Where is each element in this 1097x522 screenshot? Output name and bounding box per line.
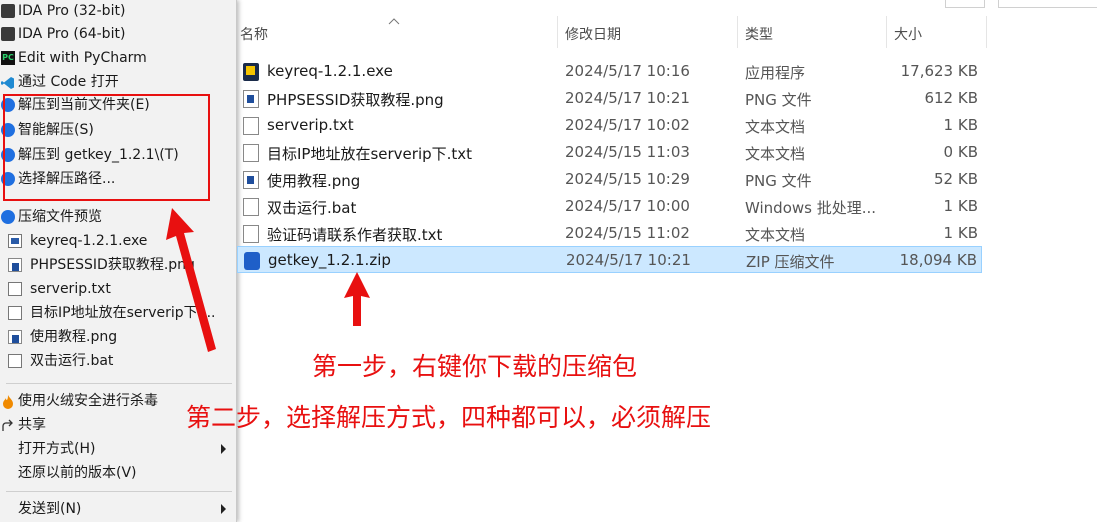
file-type: 文本文档 — [745, 145, 806, 163]
menu-item-label: 压缩文件预览 — [18, 209, 102, 225]
file-date: 2024/5/15 11:02 — [565, 224, 690, 242]
file-row[interactable]: 使用教程.png 2024/5/15 10:29 PNG 文件 52 KB — [237, 166, 982, 193]
pycharm-icon: PC — [1, 51, 15, 65]
file-row[interactable]: keyreq-1.2.1.exe 2024/5/17 10:16 应用程序 17… — [237, 58, 982, 85]
txt-file-icon — [8, 282, 22, 296]
file-row[interactable]: PHPSESSID获取教程.png 2024/5/17 10:21 PNG 文件… — [237, 85, 982, 112]
arrow-to-zip — [344, 272, 370, 326]
sort-ascending-icon — [388, 10, 400, 29]
huorong-icon — [1, 394, 15, 409]
column-name[interactable]: 名称 — [240, 24, 268, 44]
preview-item-label: PHPSESSID获取教程.png — [30, 257, 195, 273]
file-size: 1 KB — [943, 224, 978, 242]
annotation-step2: 第二步，选择解压方式，四种都可以，必须解压 — [186, 403, 712, 432]
menu-separator — [6, 383, 232, 384]
menu-separator — [6, 491, 232, 492]
menu-item-label: 使用火绒安全进行杀毒 — [18, 393, 158, 409]
file-name: getkey_1.2.1.zip — [268, 251, 391, 269]
file-name: keyreq-1.2.1.exe — [267, 62, 393, 80]
preview-item-label: 使用教程.png — [30, 329, 118, 345]
file-size: 18,094 KB — [899, 251, 977, 269]
file-row[interactable]: 双击运行.bat 2024/5/17 10:00 Windows 批处理... … — [237, 193, 982, 220]
file-type: PNG 文件 — [745, 91, 812, 109]
png-file-icon — [243, 90, 259, 108]
file-type: ZIP 压缩文件 — [746, 253, 835, 271]
chevron-right-icon — [221, 504, 226, 514]
preview-item-label: 目标IP地址放在serverip下.... — [30, 305, 216, 321]
file-name: 双击运行.bat — [267, 199, 357, 217]
exe-file-icon — [243, 63, 259, 81]
file-size: 1 KB — [943, 197, 978, 215]
file-row-selected[interactable]: getkey_1.2.1.zip 2024/5/17 10:21 ZIP 压缩文… — [237, 246, 982, 273]
preview-item-label: serverip.txt — [30, 281, 111, 297]
column-divider[interactable] — [886, 16, 887, 48]
txt-file-icon — [243, 225, 259, 243]
preview-item-label: keyreq-1.2.1.exe — [30, 233, 148, 249]
png-file-icon — [8, 330, 22, 344]
file-name: 使用教程.png — [267, 172, 361, 190]
menu-item-send-to[interactable]: 发送到(N) — [0, 498, 236, 520]
highlight-box — [3, 94, 210, 201]
column-date[interactable]: 修改日期 — [565, 24, 621, 44]
preview-item-label: 双击运行.bat — [30, 353, 114, 369]
file-date: 2024/5/17 10:21 — [566, 251, 691, 269]
exe-file-icon — [8, 234, 22, 248]
bat-file-icon — [8, 354, 22, 368]
menu-item-open-with[interactable]: 打开方式(H) — [0, 438, 236, 460]
ida-icon — [1, 27, 15, 41]
menu-item-label: IDA Pro (32-bit) — [18, 3, 126, 19]
file-size: 612 KB — [924, 89, 978, 107]
file-date: 2024/5/15 10:29 — [565, 170, 690, 188]
share-icon — [1, 418, 15, 432]
file-name: serverip.txt — [267, 116, 354, 134]
column-divider[interactable] — [737, 16, 738, 48]
menu-item-label: IDA Pro (64-bit) — [18, 26, 126, 42]
txt-file-icon — [243, 144, 259, 162]
file-type: Windows 批处理... — [745, 199, 877, 217]
menu-item-label: Edit with PyCharm — [18, 50, 147, 66]
file-date: 2024/5/17 10:02 — [565, 116, 690, 134]
menu-item-label: 发送到(N) — [18, 501, 82, 517]
png-file-icon — [243, 171, 259, 189]
file-name: 目标IP地址放在serverip下.txt — [267, 145, 473, 163]
png-file-icon — [8, 258, 22, 272]
zip-file-icon — [244, 252, 260, 270]
bandizip-icon — [1, 210, 15, 224]
file-row[interactable]: serverip.txt 2024/5/17 10:02 文本文档 1 KB — [237, 112, 982, 139]
menu-item-label: 还原以前的版本(V) — [18, 465, 137, 481]
file-size: 0 KB — [943, 143, 978, 161]
menu-item-label: 打开方式(H) — [18, 441, 96, 457]
column-type[interactable]: 类型 — [745, 24, 773, 44]
vscode-icon — [1, 75, 15, 89]
file-date: 2024/5/17 10:16 — [565, 62, 690, 80]
file-type: 文本文档 — [745, 226, 806, 244]
column-header: 名称 修改日期 类型 大小 — [236, 0, 1097, 50]
column-divider[interactable] — [986, 16, 987, 48]
file-name: PHPSESSID获取教程.png — [267, 91, 444, 109]
file-date: 2024/5/17 10:00 — [565, 197, 690, 215]
column-divider[interactable] — [557, 16, 558, 48]
column-size[interactable]: 大小 — [894, 24, 922, 44]
chevron-right-icon — [221, 444, 226, 454]
annotation-step1: 第一步，右键你下载的压缩包 — [312, 352, 638, 381]
file-date: 2024/5/15 11:03 — [565, 143, 690, 161]
file-date: 2024/5/17 10:21 — [565, 89, 690, 107]
file-type: PNG 文件 — [745, 172, 812, 190]
file-type: 应用程序 — [745, 64, 806, 82]
ida-icon — [1, 4, 15, 18]
file-size: 52 KB — [934, 170, 978, 188]
txt-file-icon — [8, 306, 22, 320]
file-type: 文本文档 — [745, 118, 806, 136]
context-menu: IDA Pro (32-bit) IDA Pro (64-bit) PC Edi… — [0, 0, 237, 522]
file-row[interactable]: 验证码请联系作者获取.txt 2024/5/15 11:02 文本文档 1 KB — [237, 220, 982, 247]
file-name: 验证码请联系作者获取.txt — [267, 226, 443, 244]
file-row[interactable]: 目标IP地址放在serverip下.txt 2024/5/15 11:03 文本… — [237, 139, 982, 166]
file-size: 1 KB — [943, 116, 978, 134]
file-size: 17,623 KB — [900, 62, 978, 80]
menu-item-label: 通过 Code 打开 — [18, 74, 119, 90]
txt-file-icon — [243, 117, 259, 135]
menu-item-label: 共享 — [18, 417, 46, 433]
bat-file-icon — [243, 198, 259, 216]
